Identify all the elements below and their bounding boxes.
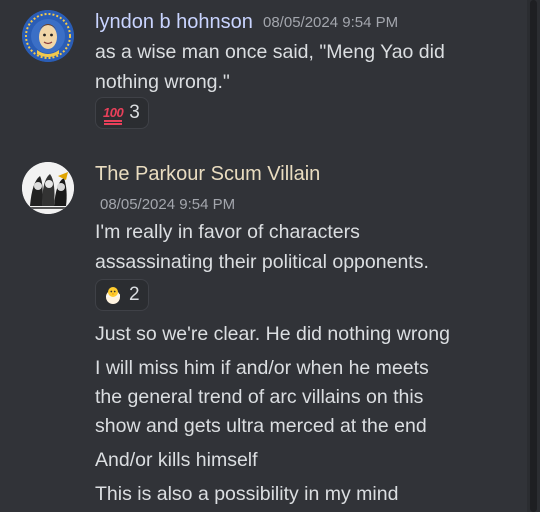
message-text: I will miss him if and/or when he meets [95,357,429,379]
message-text: show and gets ultra merced at the end [95,415,427,437]
reaction-button[interactable]: 2 [95,279,149,311]
chat-message-list: lyndon b hohnson 08/05/2024 9:54 PM as a… [0,0,540,512]
message-text: assassinating their political opponents. [95,251,429,273]
scrollbar[interactable] [527,0,540,512]
message-author[interactable]: The Parkour Scum Villain [95,162,320,186]
message: The Parkour Scum Villain 08/05/2024 9:54… [0,0,525,512]
hatching-chick-icon [106,287,120,304]
scrollbar-thumb[interactable] [530,0,537,512]
message-text: I'm really in favor of characters [95,221,360,243]
message-text: the general trend of arc villains on thi… [95,386,424,408]
reaction-count: 2 [129,284,140,305]
message-timestamp: 08/05/2024 9:54 PM [100,196,236,213]
avatar[interactable] [22,162,74,214]
message-text: This is also a possibility in my mind [95,483,399,505]
message-text: Just so we're clear. He did nothing wron… [95,323,450,345]
avatar-image [22,162,74,214]
message-text: And/or kills himself [95,449,258,471]
